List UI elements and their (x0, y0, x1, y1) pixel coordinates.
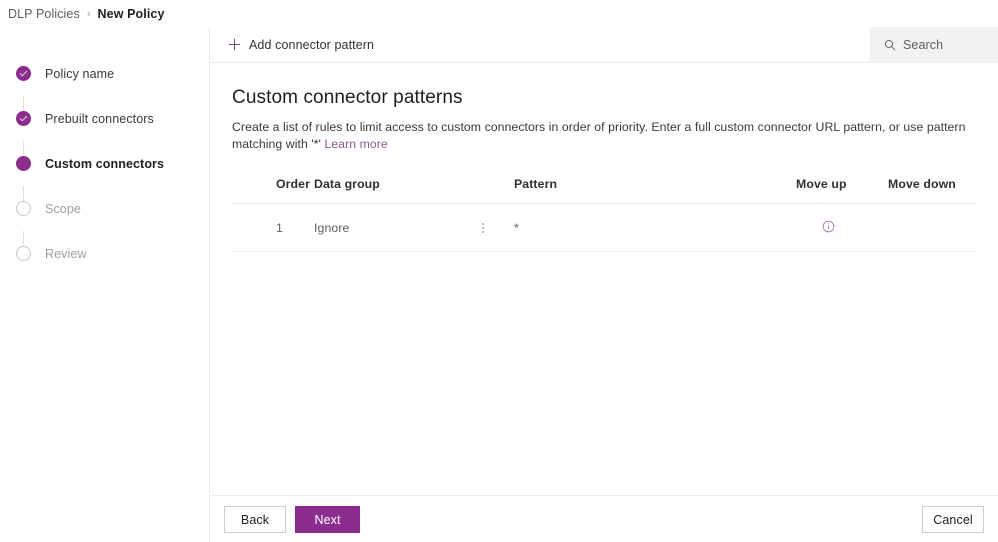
sidebar-item-label: Scope (45, 201, 81, 216)
column-header-move-down: Move down (888, 177, 956, 191)
panel-body: Custom connector patterns Create a list … (210, 63, 998, 504)
column-header-move-up: Move up (796, 177, 847, 191)
sidebar-item-policy-name[interactable]: Policy name (0, 51, 209, 126)
learn-more-link[interactable]: Learn more (324, 137, 387, 151)
cell-move-up[interactable] (796, 204, 888, 252)
wizard-step-list: Policy name Prebuilt connectors Custom c… (0, 27, 209, 276)
empty-circle-icon (16, 246, 31, 261)
search-icon (884, 39, 896, 51)
command-bar: Add connector pattern Search (210, 27, 998, 63)
column-header-data-group: Data group (314, 177, 380, 191)
page-title: Custom connector patterns (232, 87, 463, 108)
table-body: 1 Ignore * (232, 204, 976, 252)
sidebar-item-label: Custom connectors (45, 156, 165, 171)
column-header-pattern: Pattern (514, 177, 558, 191)
wizard-footer: Back Next Cancel (210, 495, 998, 542)
sidebar-item-label: Policy name (45, 66, 115, 81)
search-placeholder: Search (903, 38, 944, 52)
page-description: Create a list of rules to limit access t… (232, 119, 974, 153)
plus-icon (228, 38, 241, 51)
dlp-policy-wizard: DLP Policies › New Policy Policy name Pr… (0, 0, 998, 542)
sidebar-item-scope[interactable]: Scope (0, 186, 209, 261)
info-circle-icon[interactable] (822, 220, 835, 233)
add-connector-pattern-button[interactable]: Add connector pattern (210, 27, 386, 62)
more-vertical-icon[interactable] (482, 223, 484, 233)
cell-data-group-value: Ignore (314, 221, 350, 235)
connector-patterns-table: Order Data group Pattern Move up Move do… (232, 177, 976, 252)
add-connector-pattern-label: Add connector pattern (249, 37, 375, 52)
next-button[interactable]: Next (295, 506, 360, 533)
cell-move-down[interactable] (888, 204, 976, 252)
empty-circle-icon (16, 201, 31, 216)
filled-circle-icon (16, 156, 31, 171)
breadcrumb-current-new-policy: New Policy (97, 6, 165, 21)
cancel-button[interactable]: Cancel (922, 506, 984, 533)
main-panel: Add connector pattern Search Custom conn… (210, 27, 998, 542)
wizard-sidebar: Policy name Prebuilt connectors Custom c… (0, 27, 210, 542)
cell-pattern: * (514, 221, 519, 235)
cell-data-group: Ignore (314, 204, 514, 252)
table-header-row: Order Data group Pattern Move up Move do… (232, 177, 976, 204)
check-icon (16, 111, 31, 126)
search-input[interactable]: Search (870, 27, 998, 63)
sidebar-item-custom-connectors[interactable]: Custom connectors (0, 141, 209, 216)
back-button[interactable]: Back (224, 506, 286, 533)
column-header-order: Order (276, 177, 310, 191)
check-icon (16, 66, 31, 81)
breadcrumb: DLP Policies › New Policy (0, 0, 998, 27)
cell-order: 1 (276, 221, 283, 235)
sidebar-item-label: Review (45, 246, 87, 261)
breadcrumb-separator-icon: › (86, 7, 91, 20)
table-row[interactable]: 1 Ignore * (232, 204, 976, 252)
sidebar-item-review[interactable]: Review (0, 231, 209, 276)
table-header: Order Data group Pattern Move up Move do… (232, 177, 976, 204)
sidebar-item-label: Prebuilt connectors (45, 111, 154, 126)
breadcrumb-link-dlp-policies[interactable]: DLP Policies (8, 7, 80, 21)
sidebar-item-prebuilt-connectors[interactable]: Prebuilt connectors (0, 96, 209, 171)
